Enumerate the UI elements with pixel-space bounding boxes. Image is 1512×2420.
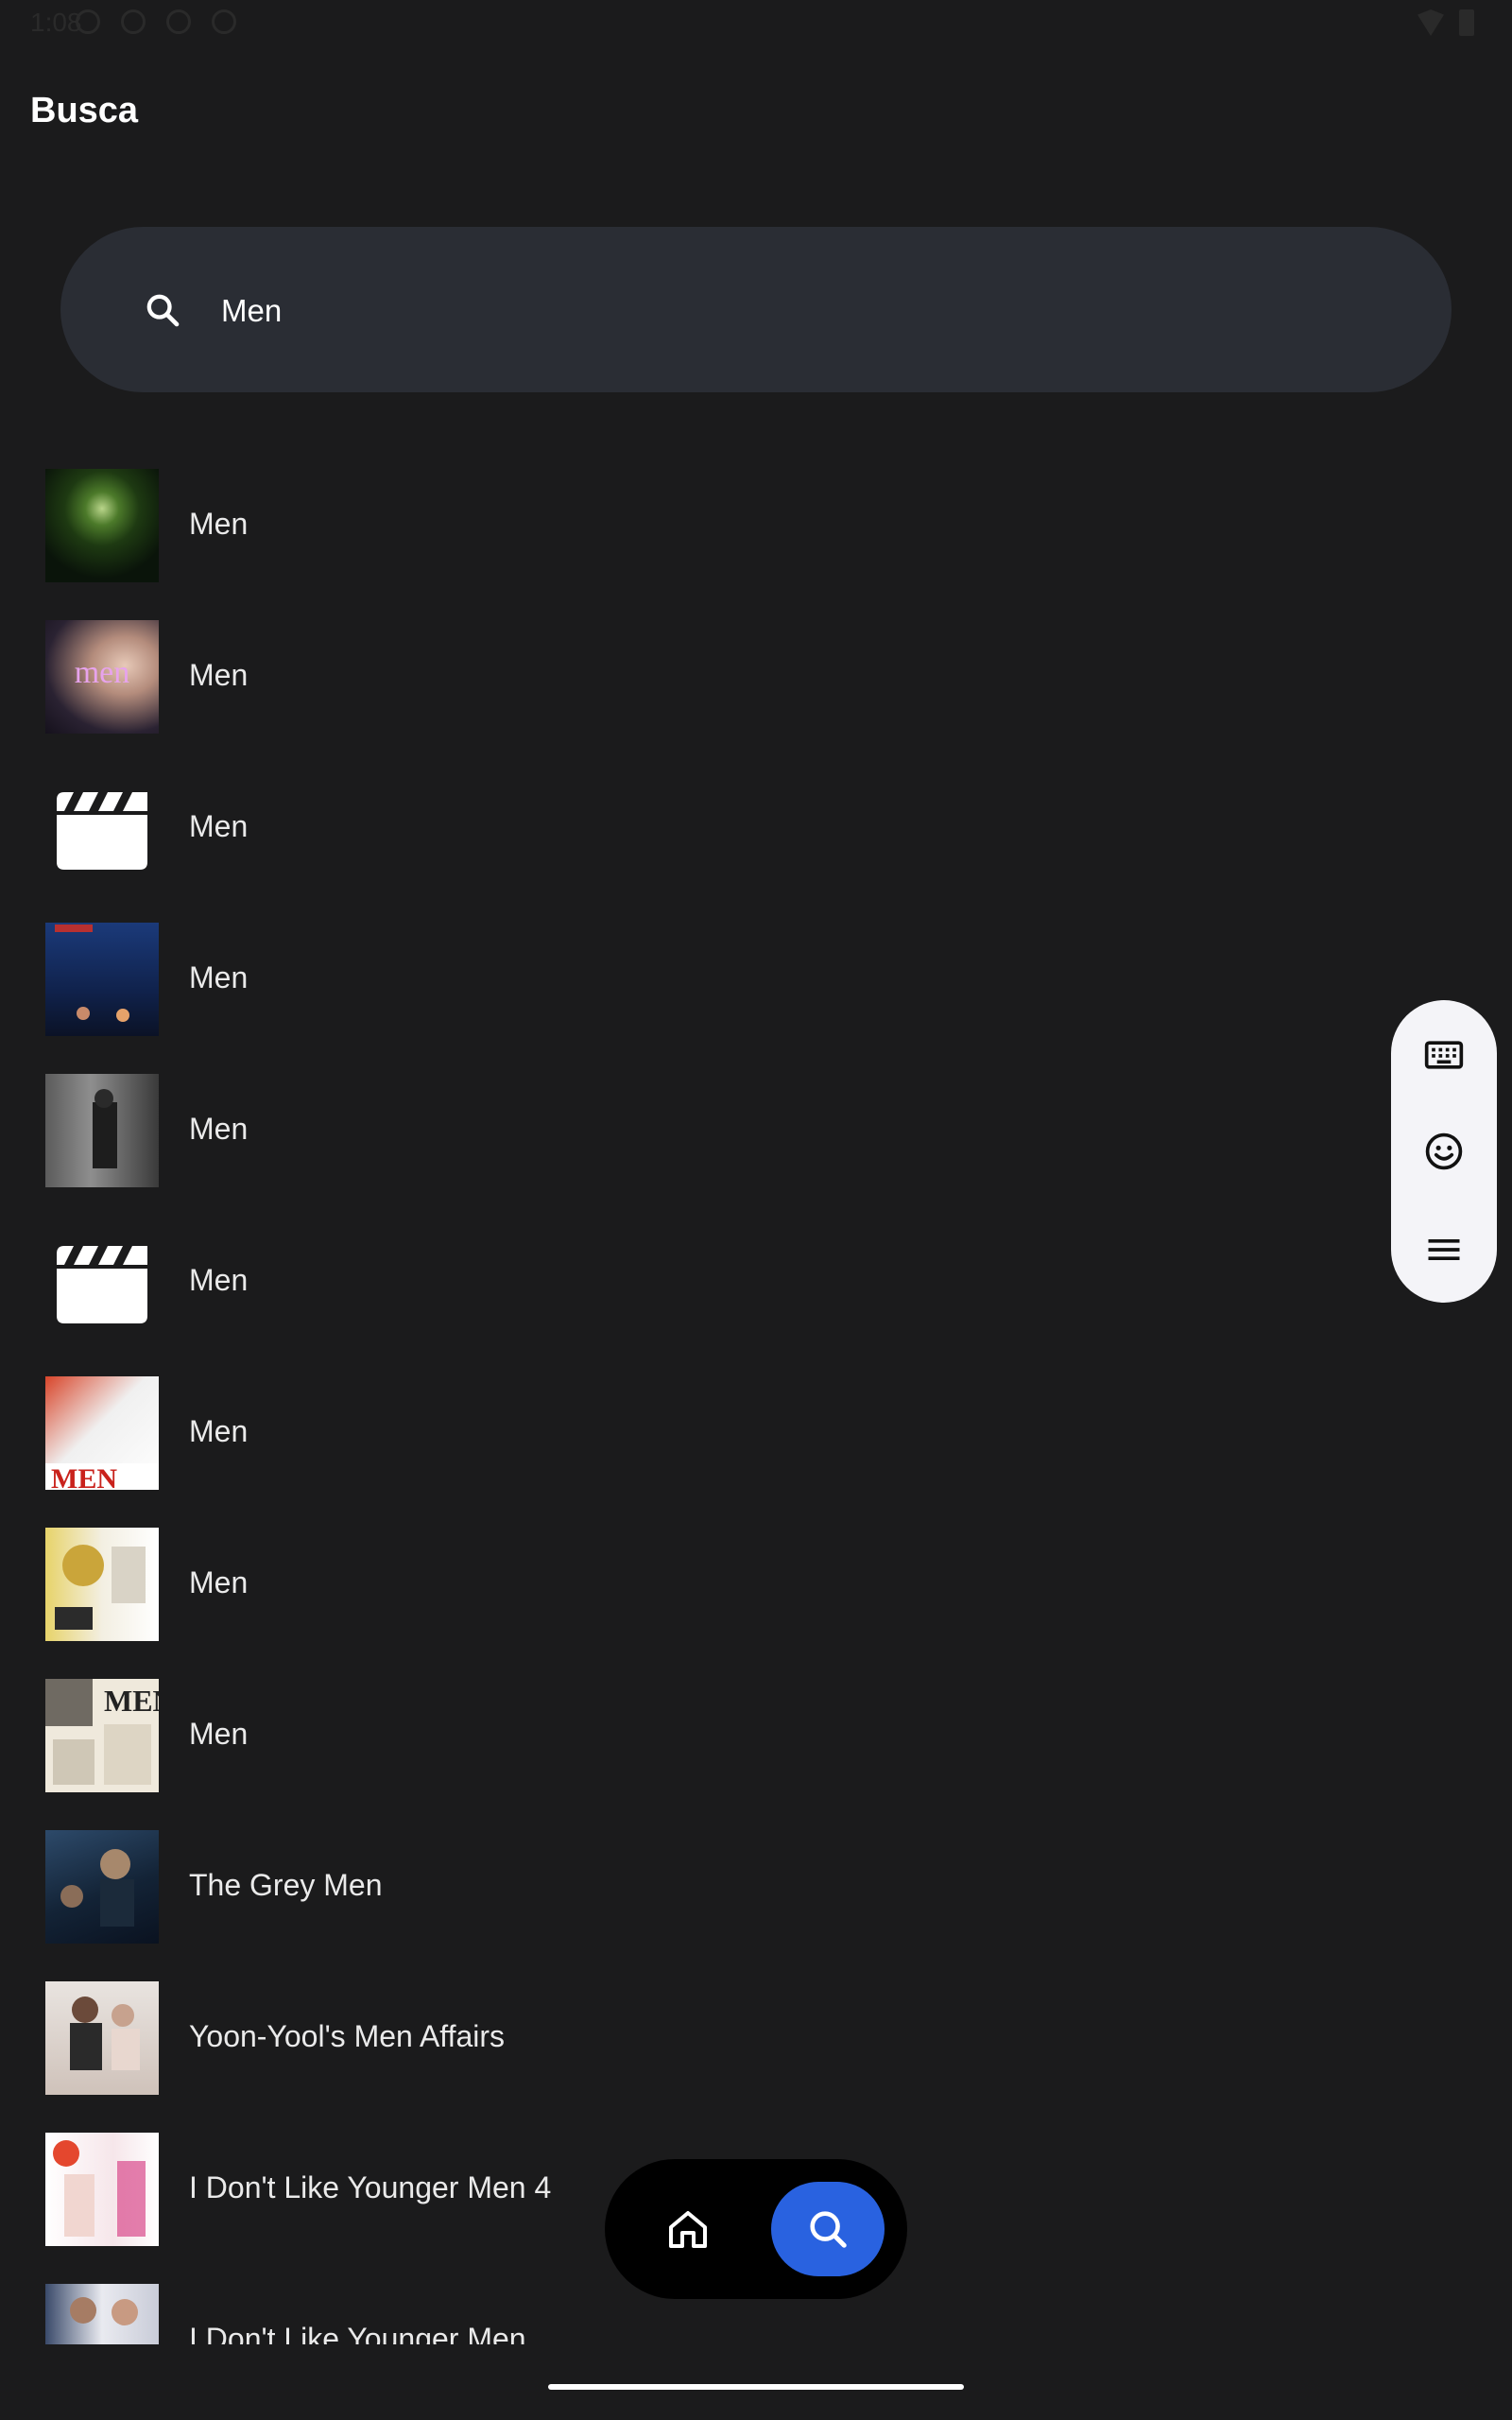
- shield-icon: [121, 9, 146, 34]
- result-title: Men: [189, 1565, 249, 1599]
- clapperboard-icon: [45, 771, 159, 885]
- text-icon: [212, 9, 236, 34]
- poster-thumbnail: [45, 2284, 159, 2344]
- nav-search-button[interactable]: [771, 2182, 885, 2276]
- nav-home-button[interactable]: [650, 2191, 726, 2267]
- search-bar[interactable]: [60, 227, 1452, 392]
- keyboard-button[interactable]: [1418, 1028, 1470, 1081]
- status-time: 1:08: [30, 8, 82, 37]
- result-title: Men: [189, 507, 249, 541]
- menu-icon: [1428, 1239, 1460, 1260]
- status-system-icons: [1418, 9, 1474, 36]
- floating-side-toolbar: [1391, 1000, 1497, 1303]
- menu-button[interactable]: [1418, 1223, 1470, 1276]
- list-item[interactable]: Men: [0, 1512, 1399, 1664]
- result-title: Men: [189, 1263, 249, 1297]
- result-title: I Don't Like Younger Men 4: [189, 2170, 552, 2204]
- list-item[interactable]: Men: [0, 1210, 1399, 1361]
- list-item[interactable]: The Grey Men: [0, 1815, 1399, 1966]
- poster-thumbnail: [45, 1830, 159, 1944]
- list-item[interactable]: Men: [0, 454, 1399, 605]
- keyboard-icon: [1424, 1041, 1464, 1069]
- result-title: Men: [189, 658, 249, 692]
- result-title: Men: [189, 960, 249, 994]
- list-item[interactable]: Men: [0, 1059, 1399, 1210]
- poster-thumbnail: [45, 1981, 159, 2095]
- search-icon: [146, 294, 180, 327]
- info-icon: [76, 9, 100, 34]
- poster-thumbnail: [45, 2133, 159, 2246]
- home-icon: [669, 2211, 707, 2248]
- poster-thumbnail: [45, 923, 159, 1036]
- poster-thumbnail: [45, 1528, 159, 1641]
- result-title: I Don't Like Younger Men: [189, 2322, 526, 2344]
- result-title: Yoon-Yool's Men Affairs: [189, 2019, 506, 2053]
- emoji-button[interactable]: [1418, 1125, 1470, 1178]
- gesture-navigation-bar[interactable]: [548, 2384, 964, 2390]
- svg-text:MEN: MEN: [104, 1684, 159, 1718]
- status-bar: 1:08: [0, 0, 1512, 45]
- search-icon: [810, 2211, 847, 2248]
- result-title: The Grey Men: [189, 1868, 383, 1902]
- battery-icon: [1459, 9, 1474, 36]
- bottom-nav: [605, 2159, 907, 2299]
- svg-text:men: men: [75, 655, 130, 690]
- poster-thumbnail: men: [45, 620, 159, 734]
- status-notification-icons: [76, 9, 236, 34]
- page-title: Busca: [30, 91, 139, 130]
- result-title: Men: [189, 1414, 249, 1448]
- clapperboard-icon: [45, 1225, 159, 1339]
- poster-thumbnail: [45, 1074, 159, 1187]
- list-item[interactable]: MEN Men: [0, 1664, 1399, 1815]
- result-title: Men: [189, 1717, 249, 1751]
- result-title: Men: [189, 1112, 249, 1146]
- poster-thumbnail: MEN: [45, 1679, 159, 1792]
- result-title: Men: [189, 809, 249, 843]
- emoji-icon: [1425, 1132, 1463, 1170]
- results-list[interactable]: Men men Men Men Men Men Men MEN Men Men …: [0, 454, 1512, 2344]
- search-input[interactable]: [219, 282, 1357, 340]
- svg-text:MEN: MEN: [51, 1463, 117, 1490]
- poster-thumbnail: MEN: [45, 1376, 159, 1490]
- list-item[interactable]: Men: [0, 756, 1399, 908]
- list-item[interactable]: Men: [0, 908, 1399, 1059]
- wifi-icon: [1418, 9, 1444, 36]
- list-item[interactable]: MEN Men: [0, 1361, 1399, 1512]
- mic-icon: [166, 9, 191, 34]
- list-item[interactable]: Yoon-Yool's Men Affairs: [0, 1966, 1399, 2118]
- poster-thumbnail: [45, 469, 159, 582]
- list-item[interactable]: men Men: [0, 605, 1399, 756]
